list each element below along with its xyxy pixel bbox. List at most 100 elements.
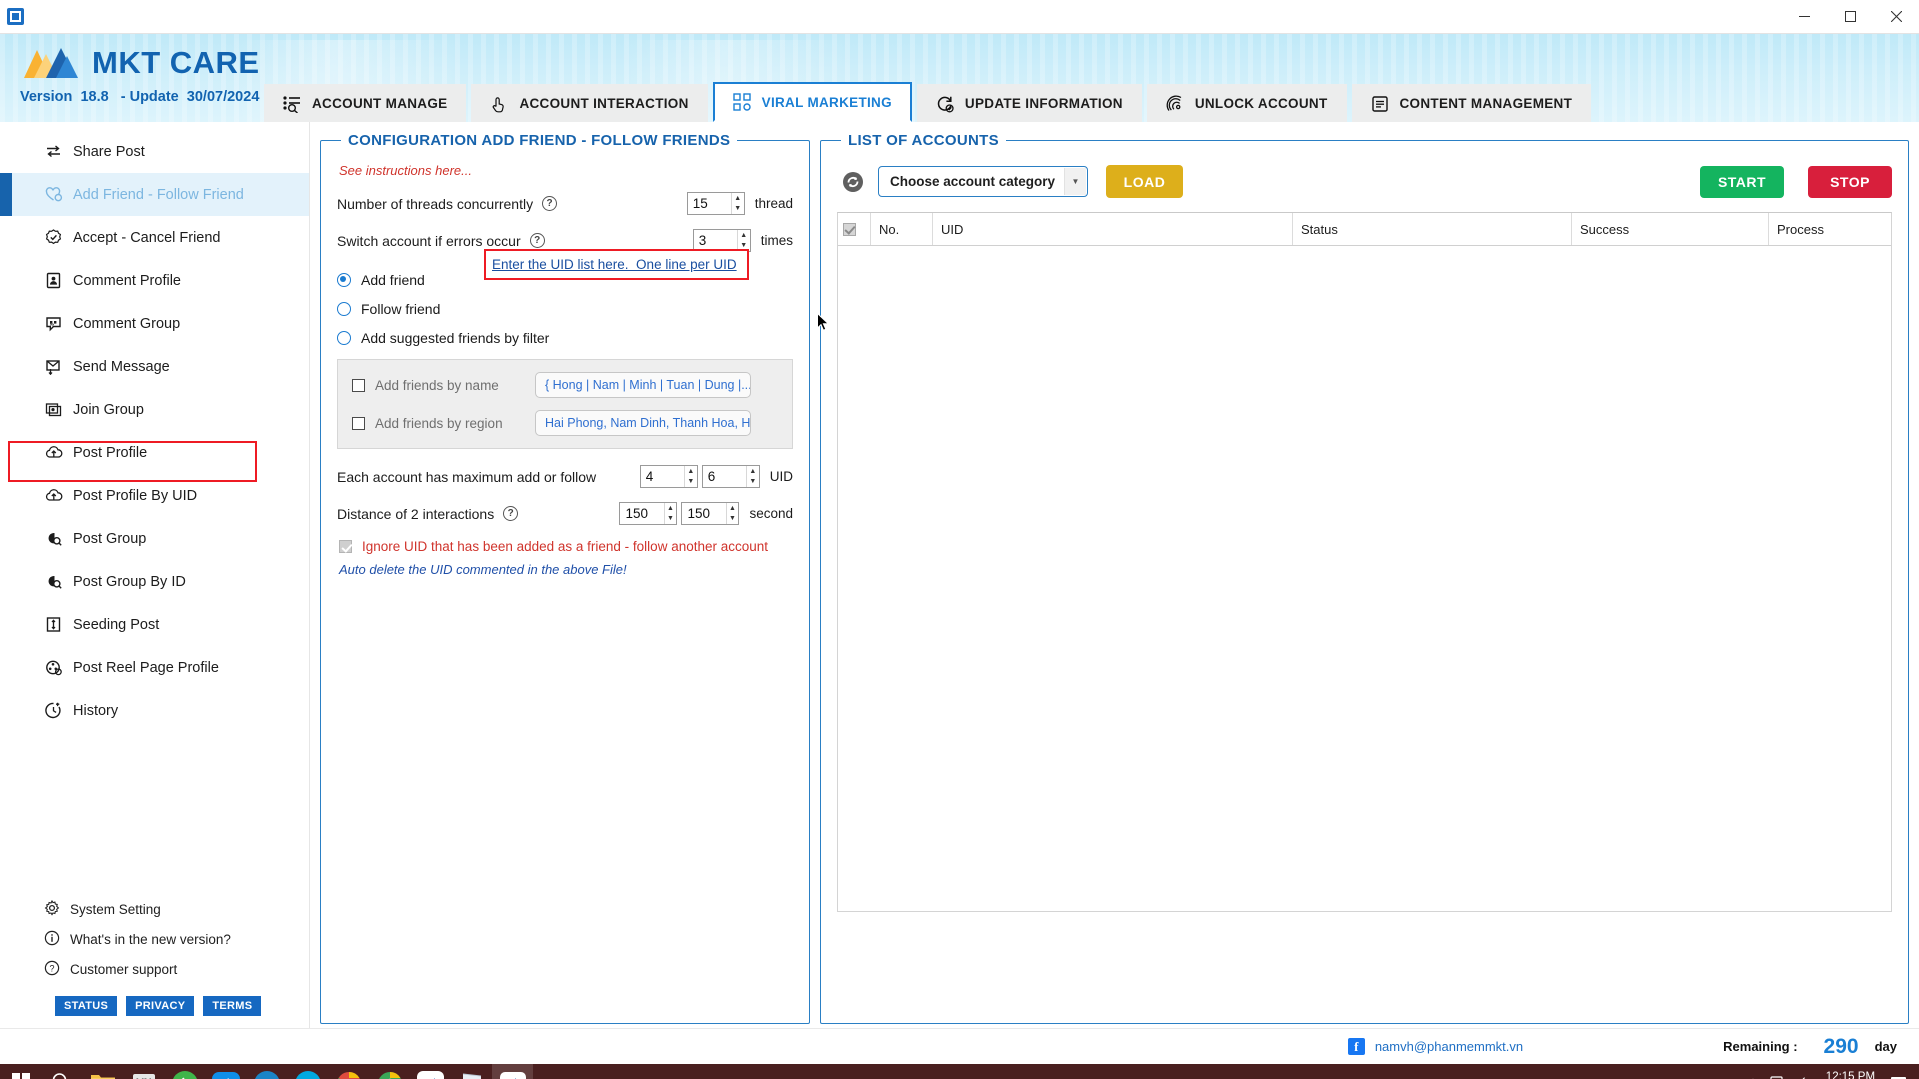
sidebar-item-send-message[interactable]: Send Message (0, 345, 309, 388)
taskbar-unikey[interactable]: VN (123, 1064, 164, 1079)
account-email[interactable]: namvh@phanmemmkt.vn (1375, 1039, 1523, 1054)
sidebar-item-history[interactable]: History (0, 689, 309, 732)
sidebar-item-share-post[interactable]: Share Post (0, 130, 309, 173)
load-button[interactable]: LOAD (1106, 165, 1183, 198)
sidebar-item-post-group[interactable]: Post Group (0, 517, 309, 560)
max-add-max-stepper[interactable]: ▲▼ (701, 465, 760, 488)
distance-min-stepper[interactable]: ▲▼ (619, 502, 678, 525)
stepper-up-icon[interactable]: ▲ (665, 503, 677, 514)
radio-indicator[interactable] (337, 273, 351, 287)
threads-input[interactable] (687, 193, 731, 214)
tab-update-information[interactable]: UPDATE INFORMATION (916, 84, 1142, 122)
refresh-circle-icon[interactable] (839, 168, 866, 195)
select-all-header[interactable] (838, 213, 871, 245)
taskbar-mkt-care[interactable]: CARE (492, 1064, 533, 1079)
tab-account-manage[interactable]: ACCOUNT MANAGE (264, 84, 467, 122)
stepper-up-icon[interactable]: ▲ (738, 230, 750, 241)
chevron-down-icon[interactable]: ▼ (1064, 168, 1086, 195)
filter-by-name-checkbox[interactable] (352, 378, 365, 392)
distance-max-stepper[interactable]: ▲▼ (681, 502, 740, 525)
stepper-up-icon[interactable]: ▲ (727, 503, 739, 514)
help-icon[interactable]: ? (542, 196, 558, 211)
terms-badge[interactable]: TERMS (203, 996, 262, 1016)
distance-min-input[interactable] (620, 503, 664, 524)
stepper-arrows[interactable]: ▲ ▼ (730, 193, 744, 215)
sidebar-item-accept-cancel-friend[interactable]: Accept - Cancel Friend (0, 216, 309, 259)
taskbar-green-app[interactable] (164, 1064, 205, 1079)
stepper-arrows[interactable]: ▲ ▼ (745, 466, 759, 488)
tab-unlock-account[interactable]: UNLOCK ACCOUNT (1146, 84, 1347, 122)
taskbar-skype[interactable]: S 2 (287, 1064, 328, 1079)
sidebar-item-seeding-post[interactable]: Seeding Post (0, 603, 309, 646)
start-button[interactable]: START (1700, 165, 1784, 198)
see-instructions-link[interactable]: See instructions here... (339, 163, 793, 178)
maximize-button[interactable] (1827, 0, 1873, 34)
stop-button[interactable]: STOP (1808, 165, 1892, 198)
switch-errors-input[interactable] (693, 230, 737, 251)
volume-mute-icon[interactable] (1797, 1075, 1815, 1079)
stepper-up-icon[interactable]: ▲ (685, 466, 697, 477)
status-badge[interactable]: STATUS (55, 996, 118, 1016)
help-icon[interactable]: ? (529, 233, 545, 248)
taskbar-vidal[interactable] (410, 1064, 451, 1079)
filter-by-region-value[interactable]: Hai Phong, Nam Dinh, Thanh Hoa, Ha Tinh,… (535, 410, 751, 436)
sidebar-link-customer-support[interactable]: ? Customer support (0, 954, 309, 984)
stepper-arrows[interactable]: ▲ ▼ (683, 466, 697, 488)
filter-by-region-checkbox[interactable] (352, 416, 365, 430)
radio-indicator[interactable] (337, 331, 351, 345)
stepper-down-icon[interactable]: ▼ (685, 477, 697, 488)
sidebar-item-post-reel-page-profile[interactable]: Post Reel Page Profile (0, 646, 309, 689)
stepper-down-icon[interactable]: ▼ (732, 204, 744, 215)
sidebar-item-join-group[interactable]: Join Group (0, 388, 309, 431)
ignore-uid-row[interactable]: Ignore UID that has been added as a frie… (339, 539, 793, 554)
tab-account-interaction[interactable]: ACCOUNT INTERACTION (471, 84, 708, 122)
stepper-down-icon[interactable]: ▼ (665, 514, 677, 525)
stepper-up-icon[interactable]: ▲ (732, 193, 744, 204)
radio-indicator[interactable] (337, 302, 351, 316)
tab-viral-marketing[interactable]: VIRAL MARKETING (712, 82, 912, 122)
sidebar-item-post-profile-by-uid[interactable]: Post Profile By UID (0, 474, 309, 517)
max-add-max-input[interactable] (702, 466, 746, 487)
ignore-uid-checkbox[interactable] (339, 540, 352, 553)
taskbar-notepad[interactable] (451, 1064, 492, 1079)
max-add-min-input[interactable] (640, 466, 684, 487)
stepper-up-icon[interactable]: ▲ (747, 466, 759, 477)
chevron-up-icon[interactable] (1746, 1075, 1760, 1079)
start-button[interactable] (0, 1064, 41, 1079)
sidebar-item-post-group-by-id[interactable]: Post Group By ID (0, 560, 309, 603)
filter-by-name-value[interactable]: { Hong | Nam | Minh | Tuan | Dung |...} (535, 372, 751, 398)
stepper-down-icon[interactable]: ▼ (727, 514, 739, 525)
taskbar-chrome-1[interactable] (328, 1064, 369, 1079)
stepper-arrows[interactable]: ▲ ▼ (725, 503, 739, 525)
minimize-button[interactable] (1781, 0, 1827, 34)
taskbar-clock[interactable]: 12:15 PM 8/31/2024 (1825, 1070, 1876, 1079)
tab-content-management[interactable]: CONTENT MANAGEMENT (1351, 84, 1592, 122)
taskbar-search[interactable] (41, 1064, 82, 1079)
account-category-select[interactable]: Choose account category ▼ (878, 166, 1088, 197)
taskbar-teamviewer[interactable] (246, 1064, 287, 1079)
taskbar-chrome-2[interactable] (369, 1064, 410, 1079)
help-icon[interactable]: ? (503, 506, 519, 521)
distance-max-input[interactable] (682, 503, 726, 524)
sidebar-item-comment-group[interactable]: ,, Comment Group (0, 302, 309, 345)
stepper-arrows[interactable]: ▲ ▼ (663, 503, 677, 525)
filter-by-name-row[interactable]: Add friends by name { Hong | Nam | Minh … (352, 372, 778, 398)
stepper-arrows[interactable]: ▲ ▼ (736, 230, 750, 251)
taskbar-file-explorer[interactable] (82, 1064, 123, 1079)
filter-by-region-row[interactable]: Add friends by region Hai Phong, Nam Din… (352, 410, 778, 436)
sidebar-link-system-setting[interactable]: System Setting (0, 894, 309, 924)
taskbar-zalo[interactable]: Zalo (205, 1064, 246, 1079)
close-button[interactable] (1873, 0, 1919, 34)
stepper-down-icon[interactable]: ▼ (747, 477, 759, 488)
sidebar-item-post-profile[interactable]: Post Profile (0, 431, 309, 474)
privacy-badge[interactable]: PRIVACY (126, 996, 195, 1016)
max-add-min-stepper[interactable]: ▲▼ (639, 465, 698, 488)
sidebar-item-comment-profile[interactable]: Comment Profile (0, 259, 309, 302)
select-all-checkbox[interactable] (842, 222, 856, 236)
network-icon[interactable] (1770, 1075, 1787, 1079)
notification-center-button[interactable]: 23 (1886, 1072, 1910, 1079)
sidebar-item-add-friend-follow-friend[interactable]: Add Friend - Follow Friend (0, 173, 309, 216)
threads-stepper[interactable]: ▲▼ (686, 192, 745, 215)
sidebar-link-whats-new[interactable]: What's in the new version? (0, 924, 309, 954)
enter-uid-list-link[interactable]: Enter the UID list here. One line per UI… (492, 257, 737, 272)
